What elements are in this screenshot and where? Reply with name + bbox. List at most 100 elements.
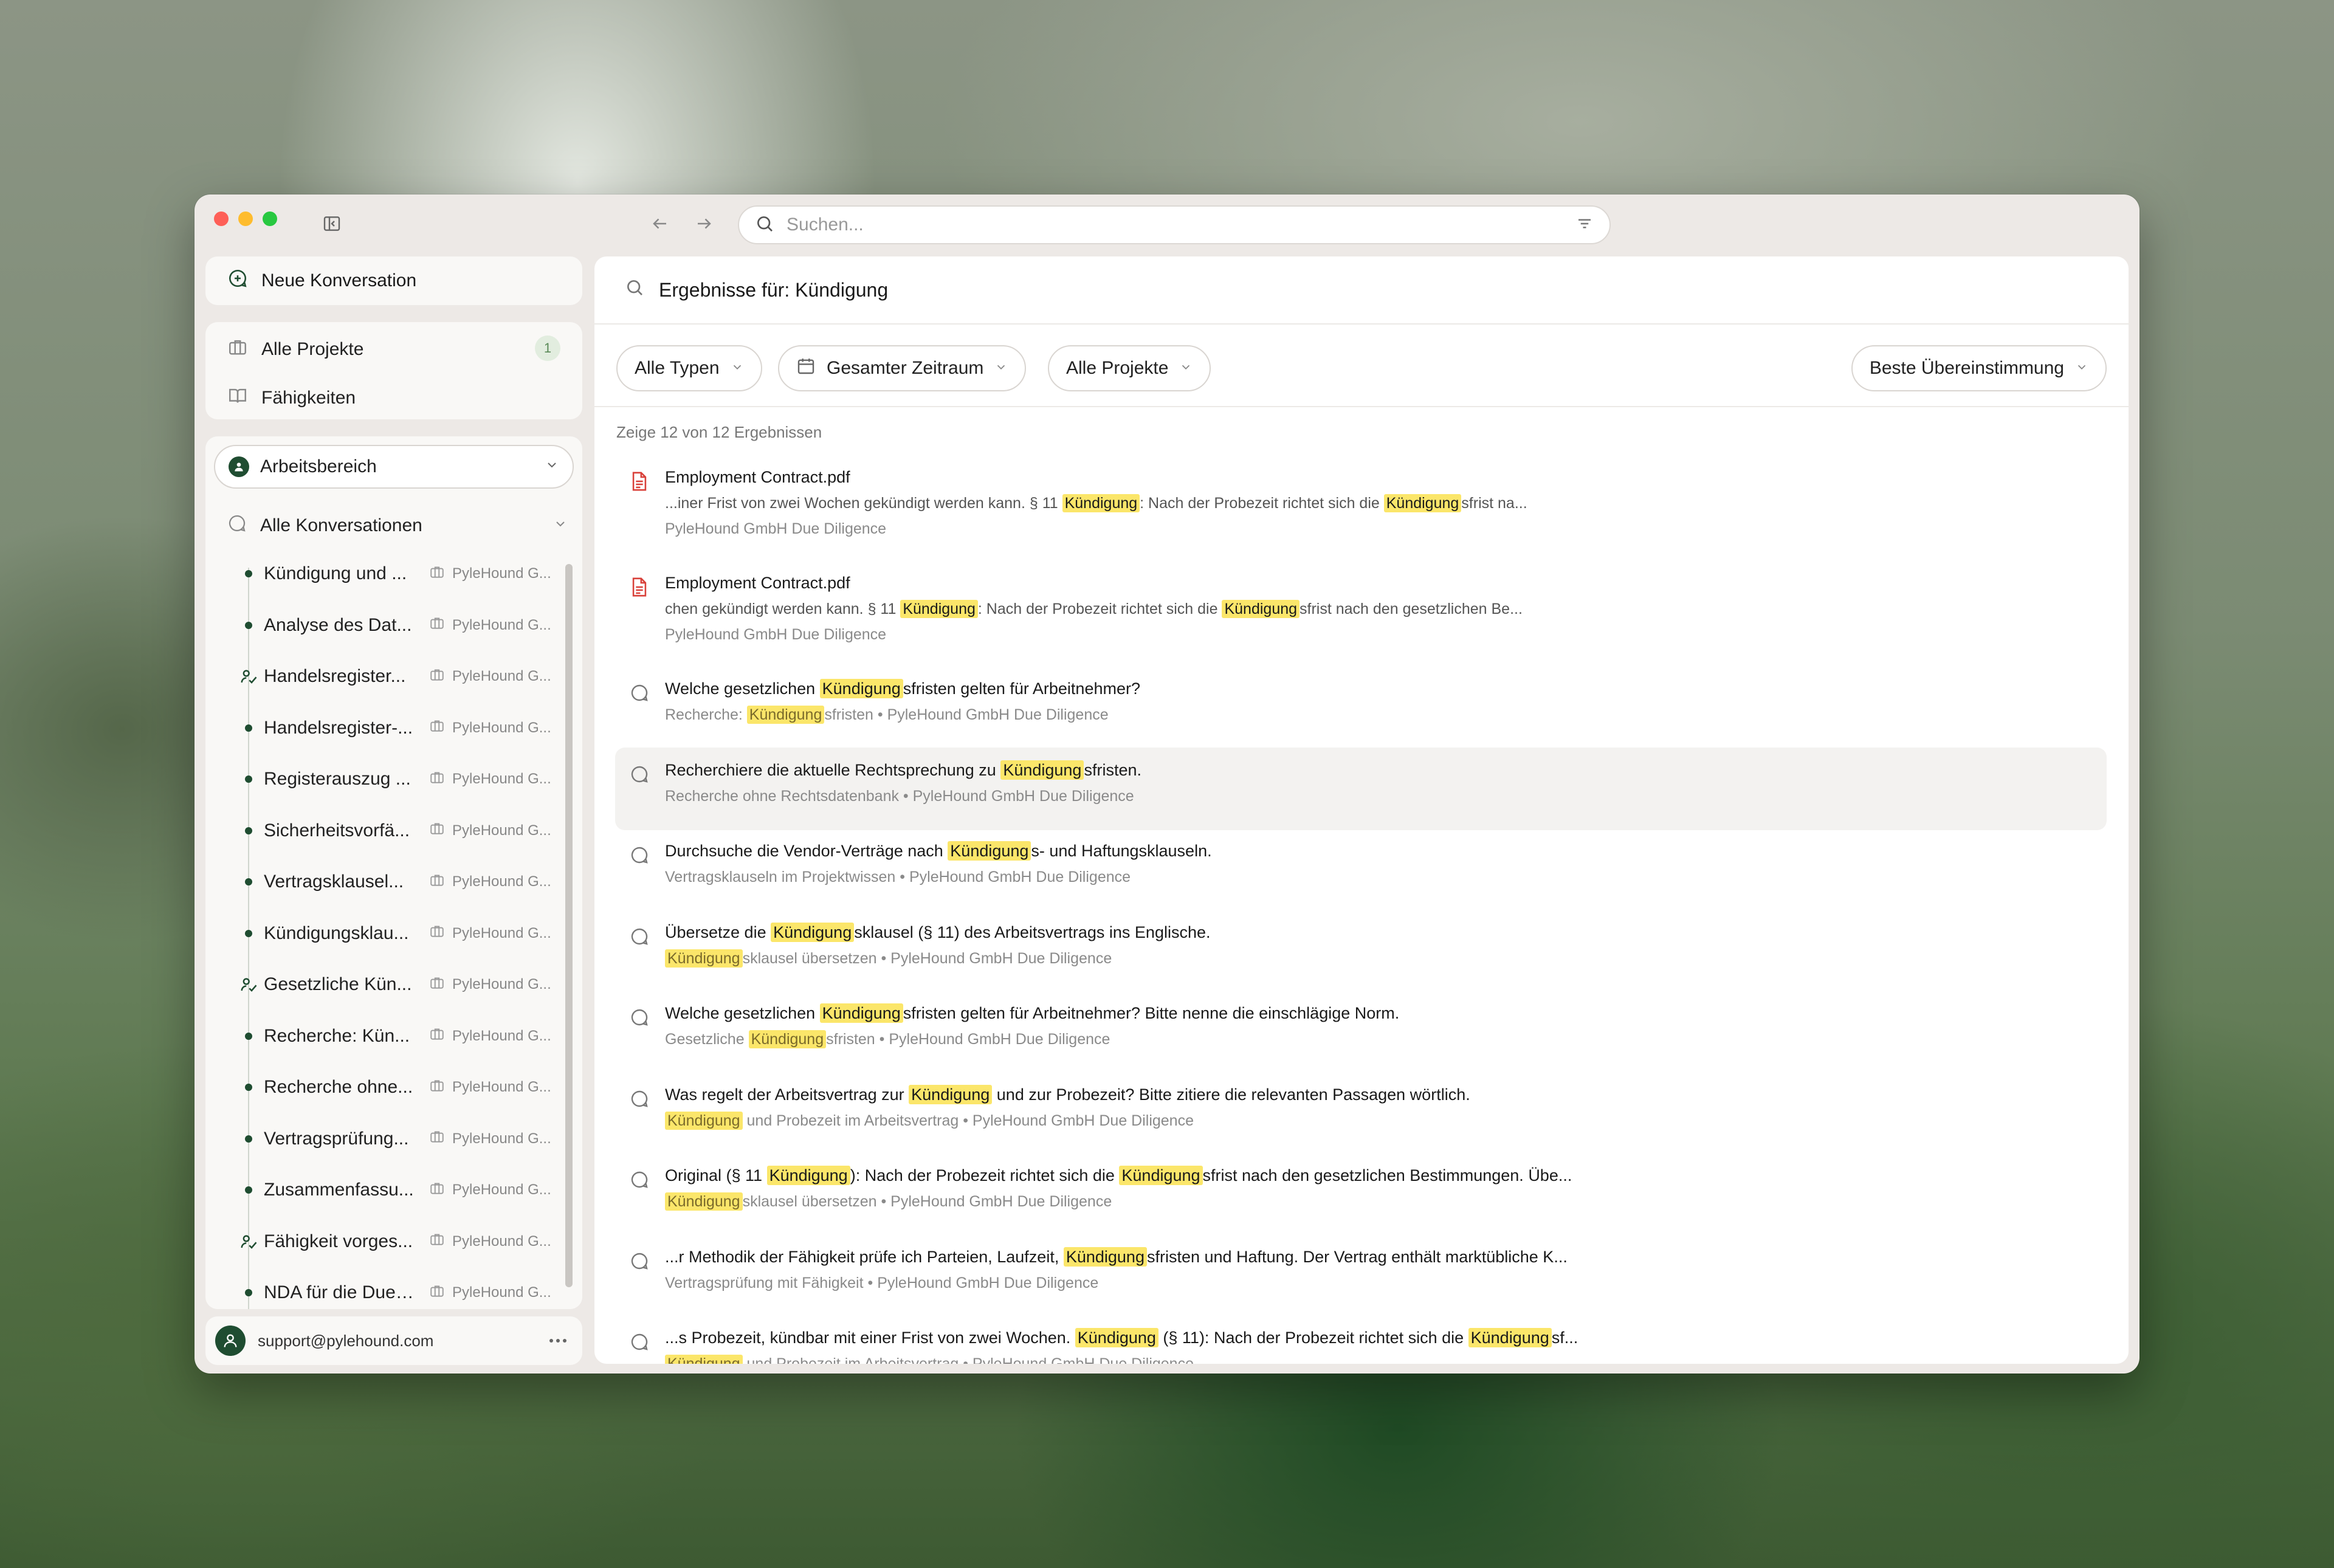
briefcase-icon — [429, 1231, 445, 1251]
search-icon — [755, 214, 774, 236]
conversation-result-row[interactable]: ...s Probezeit, kündbar mit einer Frist … — [615, 1315, 2107, 1364]
conversation-item[interactable]: Fähigkeit vorges... PyleHound G... — [205, 1216, 570, 1267]
scrollbar-thumb[interactable] — [565, 564, 573, 1287]
conversation-scrollbar[interactable] — [565, 564, 573, 1287]
conversation-title: Handelsregister... — [264, 666, 406, 686]
conversation-project: PyleHound G... — [429, 1180, 563, 1200]
search-match-highlight: Kündigung — [1468, 1328, 1552, 1347]
conversation-result-row[interactable]: Was regelt der Arbeitsvertrag zur Kündig… — [615, 1072, 2107, 1155]
conversation-result-row[interactable]: Übersetze die Kündigung sklausel (§ 11) d… — [615, 910, 2107, 992]
conversation-result-row[interactable]: Welche gesetzlichen Kündigung sfristen ge… — [615, 666, 2107, 749]
conversation-project-label: PyleHound G... — [452, 873, 551, 890]
text-segment: s- und Haftungsklauseln. — [1031, 842, 1212, 860]
conversation-project: PyleHound G... — [429, 667, 563, 687]
sidebar-item-all-projects[interactable]: Alle Projekte — [227, 337, 363, 362]
type-filter-dropdown[interactable]: Alle Typen — [616, 345, 762, 391]
new-conversation-label: Neue Konversation — [261, 270, 417, 291]
back-arrow-icon[interactable] — [648, 211, 672, 236]
text-segment: sfrist nach den gesetzlichen Be... — [1300, 600, 1523, 617]
conversation-item[interactable]: Vertragsklausel... PyleHound G... — [205, 856, 570, 907]
conversation-result-row[interactable]: ...r Methodik der Fähigkeit prüfe ich Pa… — [615, 1234, 2107, 1317]
conversation-dot — [243, 619, 255, 631]
conversation-result-row[interactable]: Durchsuche die Vendor-Verträge nach Künd… — [615, 828, 2107, 911]
conversation-item[interactable]: Kündigungsklau... PyleHound G... — [205, 908, 570, 959]
skill-user-icon — [238, 1234, 259, 1249]
search-match-highlight: Kündigung — [819, 679, 903, 698]
toggle-sidebar-icon[interactable] — [321, 213, 343, 235]
sort-dropdown[interactable]: Beste Übereinstimmung — [1851, 345, 2107, 391]
result-title: Durchsuche die Vendor-Verträge nach Künd… — [665, 841, 1212, 861]
filter-icon[interactable] — [1575, 215, 1594, 236]
text-segment: sfristen. — [1084, 760, 1141, 779]
conversation-project: PyleHound G... — [429, 1078, 563, 1098]
document-result-row[interactable]: Employment Contract.pdf chen gekündigt we… — [615, 560, 2107, 667]
conversation-project-label: PyleHound G... — [452, 771, 551, 787]
skill-user-icon — [238, 978, 259, 992]
conversation-item[interactable]: Recherche ohne... PyleHound G... — [205, 1062, 570, 1113]
text-segment: sklausel (§ 11) des Arbeitsvertrags ins … — [854, 923, 1211, 941]
conversation-result-row[interactable]: Recherchiere die aktuelle Rechtsprechung… — [615, 747, 2107, 830]
time-filter-dropdown[interactable]: Gesamter Zeitraum — [778, 345, 1027, 391]
result-title: Welche gesetzlichen Kündigung sfristen ge… — [665, 679, 1140, 698]
sidebar-item-label: Alle Projekte — [261, 339, 364, 359]
conversation-project-label: PyleHound G... — [452, 976, 551, 992]
conversation-title: NDA für die Due ... — [264, 1282, 416, 1302]
conversation-item[interactable]: Handelsregister-... PyleHound G... — [205, 703, 570, 754]
result-title: ...s Probezeit, kündbar mit einer Frist … — [665, 1328, 1578, 1347]
conversation-project-label: PyleHound G... — [452, 1130, 551, 1147]
conversation-item[interactable]: Gesetzliche Kün... PyleHound G... — [205, 959, 570, 1010]
all-conversations-label: Alle Konversationen — [260, 515, 422, 535]
conversations-panel: Arbeitsbereich Alle Konversationen Kündi… — [205, 436, 582, 1309]
user-account-bar[interactable]: support@pylehound.com — [205, 1316, 582, 1365]
text-segment: ): Nach der Probezeit richtet sich die — [850, 1166, 1120, 1185]
conversation-item[interactable]: Registerauszug ... PyleHound G... — [205, 754, 570, 805]
projects-filter-dropdown[interactable]: Alle Projekte — [1048, 345, 1211, 391]
text-segment: Recherche: — [665, 706, 747, 723]
text-segment: chen gekündigt werden kann. § 11 — [665, 600, 901, 617]
text-segment: Gesetzliche — [665, 1031, 749, 1048]
more-options-icon[interactable] — [540, 1326, 576, 1356]
conversation-title: Gesetzliche Kün... — [264, 974, 412, 994]
sidebar-item-skills[interactable]: Fähigkeiten — [227, 385, 356, 411]
briefcase-icon — [429, 615, 445, 635]
maximize-window-button[interactable] — [263, 211, 277, 226]
text-segment: Welche gesetzlichen — [665, 1004, 820, 1022]
text-segment: sfristen und Haftung. Der Vertrag enthäl… — [1146, 1247, 1568, 1266]
conversation-item[interactable]: NDA für die Due ... PyleHound G... — [205, 1267, 570, 1309]
chevron-down-icon — [1179, 358, 1193, 379]
minimize-window-button[interactable] — [238, 211, 253, 226]
text-segment: Durchsuche die Vendor-Verträge nach — [665, 842, 948, 860]
conversation-result-row[interactable]: Welche gesetzlichen Kündigung sfristen ge… — [615, 991, 2107, 1073]
text-segment: Recherchiere die aktuelle Rechtsprechung… — [665, 760, 1001, 779]
type-filter-label: Alle Typen — [635, 358, 720, 378]
document-result-row[interactable]: Employment Contract.pdf ...iner Frist von… — [615, 455, 2107, 562]
briefcase-icon — [429, 820, 445, 841]
conversation-item[interactable]: Handelsregister... PyleHound G... — [205, 651, 570, 702]
text-segment: sf... — [1551, 1329, 1578, 1347]
result-meta: Kündigung und Probezeit im Arbeitsvertra… — [665, 1111, 1194, 1130]
conversation-item[interactable]: Kündigung und ... PyleHound G... — [205, 548, 570, 599]
conversation-project-label: PyleHound G... — [452, 1079, 551, 1095]
conversation-item[interactable]: Sicherheitsvorfä... PyleHound G... — [205, 805, 570, 856]
conversation-project-label: PyleHound G... — [452, 1284, 551, 1301]
conversation-dot — [243, 568, 255, 580]
result-meta: Recherche ohne Rechtsdatenbank • PyleHou… — [665, 788, 1134, 805]
conversation-dot — [243, 825, 255, 837]
result-meta: Kündigung sklausel übersetzen • PyleHound… — [665, 1192, 1112, 1211]
new-conversation-button[interactable]: Neue Konversation — [205, 256, 582, 305]
search-match-highlight: Kündigung — [665, 949, 743, 968]
conversation-item[interactable]: Zusammenfassu... PyleHound G... — [205, 1164, 570, 1216]
search-input[interactable] — [785, 214, 1565, 236]
global-search-bar[interactable] — [738, 205, 1611, 244]
app-window: Neue Konversation Alle Projekte 1 Fähigk… — [194, 194, 2140, 1374]
conversation-result-row[interactable]: Original (§ 11 Kündigung): Nach der Prob… — [615, 1153, 2107, 1236]
result-title: Was regelt der Arbeitsvertrag zur Kündig… — [665, 1084, 1470, 1104]
conversation-item[interactable]: Recherche: Kün... PyleHound G... — [205, 1011, 570, 1062]
conversation-item[interactable]: Analyse des Dat... PyleHound G... — [205, 600, 570, 651]
search-match-highlight: Kündigung — [948, 841, 1031, 861]
conversation-item[interactable]: Vertragsprüfung... PyleHound G... — [205, 1113, 570, 1164]
close-window-button[interactable] — [214, 211, 229, 226]
all-conversations-toggle[interactable]: Alle Konversationen — [227, 511, 568, 541]
forward-arrow-icon[interactable] — [692, 211, 716, 236]
workspace-selector[interactable]: Arbeitsbereich — [214, 445, 574, 489]
